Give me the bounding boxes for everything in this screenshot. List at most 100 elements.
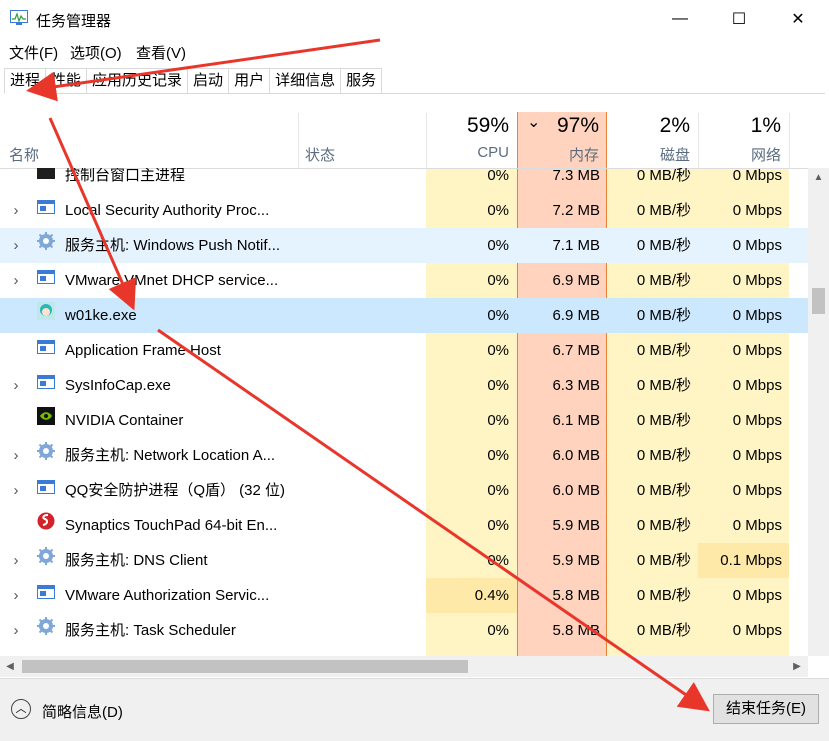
process-row[interactable]: › 服务主机: Windows Push Notif... 0% 7.1 MB 0 MB… xyxy=(0,228,809,263)
expand-chevron-icon[interactable]: › xyxy=(9,613,23,648)
menu-view[interactable]: 查看(V) xyxy=(136,42,186,63)
process-disk: 0 MB/秒 xyxy=(636,447,691,464)
process-name: Local Security Authority Proc... xyxy=(65,202,270,219)
gear-icon xyxy=(37,613,55,648)
process-name: 服务主机: DNS Client xyxy=(65,552,208,569)
process-row[interactable]: › SysInfoCap.exe 0% 6.3 MB 0 MB/秒 0 Mbps xyxy=(0,368,809,403)
tab-bar: 进程 性能 应用历史记录 启动 用户 详细信息 服务 xyxy=(4,68,825,94)
tab-users[interactable]: 用户 xyxy=(228,68,271,93)
tab-startup[interactable]: 启动 xyxy=(187,68,230,93)
expand-chevron-icon[interactable]: › xyxy=(9,473,23,508)
column-memory[interactable]: 内存 xyxy=(517,144,599,165)
task-manager-icon xyxy=(10,10,28,25)
fewer-details-link[interactable]: 简略信息(D) xyxy=(42,701,123,722)
collapse-chevron-up-icon[interactable]: ︿ xyxy=(11,699,31,719)
process-row[interactable]: › VMware VMnet DHCP service... 0% 6.9 MB 0 M… xyxy=(0,263,809,298)
minimize-button[interactable]: — xyxy=(657,0,703,38)
expand-chevron-icon[interactable]: › xyxy=(9,368,23,403)
end-task-button[interactable]: 结束任务(E) xyxy=(713,694,819,724)
expand-chevron-icon[interactable] xyxy=(9,508,23,543)
app-window-icon xyxy=(37,368,55,403)
process-network: 0 Mbps xyxy=(732,622,782,639)
process-row[interactable]: Synaptics TouchPad 64-bit En... 0% 5.9 MB 0… xyxy=(0,508,809,543)
process-cpu: 0% xyxy=(487,342,509,359)
process-row[interactable]: NVIDIA Container 0% 6.1 MB 0 MB/秒 0 Mbps xyxy=(0,403,809,438)
expand-chevron-icon[interactable]: › xyxy=(9,543,23,578)
process-row[interactable]: › Local Security Authority Proc... 0% 7.2 M… xyxy=(0,193,809,228)
process-cpu: 0% xyxy=(487,482,509,499)
process-name: Application Frame Host xyxy=(65,342,221,359)
process-cpu: 0% xyxy=(487,412,509,429)
close-button[interactable]: ✕ xyxy=(775,0,821,38)
process-cpu: 0% xyxy=(487,377,509,394)
process-network: 0 Mbps xyxy=(732,587,782,604)
process-cpu: 0% xyxy=(487,307,509,324)
network-total-percent[interactable]: 1% xyxy=(698,114,781,138)
process-cpu: 0.4% xyxy=(474,587,509,604)
process-memory: 7.1 MB xyxy=(552,237,600,254)
process-memory: 7.2 MB xyxy=(552,202,600,219)
column-network[interactable]: 网络 xyxy=(698,144,781,165)
scroll-up-icon[interactable]: ▲ xyxy=(808,168,829,188)
process-row[interactable]: › 服务主机: Task Scheduler 0% 5.8 MB 0 MB/秒 0 Mbp… xyxy=(0,613,809,648)
process-network: 0 Mbps xyxy=(732,307,782,324)
column-name[interactable]: 名称 xyxy=(9,144,39,165)
app-window-icon xyxy=(37,473,55,508)
expand-chevron-icon[interactable]: › xyxy=(9,578,23,613)
maximize-button[interactable]: ☐ xyxy=(716,0,762,38)
menu-file[interactable]: 文件(F) xyxy=(9,42,58,63)
process-disk: 0 MB/秒 xyxy=(636,412,691,429)
process-network: 0 Mbps xyxy=(732,342,782,359)
process-cpu: 0% xyxy=(487,237,509,254)
tab-details[interactable]: 详细信息 xyxy=(269,68,342,93)
expand-chevron-icon[interactable]: › xyxy=(9,438,23,473)
app-window-icon xyxy=(37,263,55,298)
cpu-total-percent[interactable]: 59% xyxy=(426,114,509,138)
scroll-left-icon[interactable]: ◀ xyxy=(3,656,17,677)
column-status[interactable]: 状态 xyxy=(305,144,335,165)
expand-chevron-icon[interactable]: › xyxy=(9,228,23,263)
scroll-right-icon[interactable]: ▶ xyxy=(790,656,804,677)
column-cpu[interactable]: CPU xyxy=(426,144,509,161)
expand-chevron-icon[interactable]: › xyxy=(9,193,23,228)
title-bar xyxy=(0,0,829,38)
process-row[interactable]: Application Frame Host 0% 6.7 MB 0 MB/秒 0 Mb… xyxy=(0,333,809,368)
footer-bar xyxy=(0,678,829,741)
vertical-scrollbar[interactable]: ▲ xyxy=(808,168,829,656)
process-row[interactable]: w01ke.exe 0% 6.9 MB 0 MB/秒 0 Mbps xyxy=(0,298,809,333)
horizontal-scrollbar[interactable]: ◀ ▶ xyxy=(0,656,808,677)
process-row[interactable]: › QQ安全防护进程（Q盾） (32 位) 0% 6.0 MB 0 MB/秒 0 Mbps xyxy=(0,473,809,508)
process-name: VMware VMnet DHCP service... xyxy=(65,272,279,289)
process-memory: 5.9 MB xyxy=(552,552,600,569)
process-disk: 0 MB/秒 xyxy=(636,482,691,499)
column-disk[interactable]: 磁盘 xyxy=(607,144,690,165)
process-row[interactable]: › VMware Authorization Servic... 0.4% 5.8 M… xyxy=(0,578,809,613)
expand-chevron-icon[interactable] xyxy=(9,298,23,333)
process-name: Synaptics TouchPad 64-bit En... xyxy=(65,517,278,534)
process-row[interactable]: › 服务主机: DNS Client 0% 5.9 MB 0 MB/秒 0.1 Mbps xyxy=(0,543,809,578)
gear-icon xyxy=(37,543,55,578)
memory-total-percent[interactable]: 97% xyxy=(517,114,599,138)
tab-app-history[interactable]: 应用历史记录 xyxy=(86,68,189,93)
menu-options[interactable]: 选项(O) xyxy=(70,42,122,63)
tab-performance[interactable]: 性能 xyxy=(45,68,88,93)
tab-services[interactable]: 服务 xyxy=(340,68,383,93)
minimize-icon: — xyxy=(672,10,688,27)
disk-total-percent[interactable]: 2% xyxy=(607,114,690,138)
gear-icon xyxy=(37,438,55,473)
process-row[interactable]: › 服务主机: Network Location A... 0% 6.0 MB 0 MB… xyxy=(0,438,809,473)
vertical-scroll-thumb[interactable] xyxy=(812,288,825,314)
process-disk: 0 MB/秒 xyxy=(636,377,691,394)
process-memory: 6.1 MB xyxy=(552,412,600,429)
process-network: 0 Mbps xyxy=(732,237,782,254)
process-cpu: 0% xyxy=(487,272,509,289)
process-name: SysInfoCap.exe xyxy=(65,377,171,394)
tab-processes[interactable]: 进程 xyxy=(4,68,47,94)
process-memory: 6.7 MB xyxy=(552,342,600,359)
nvidia-icon xyxy=(37,403,55,438)
process-memory: 6.0 MB xyxy=(552,482,600,499)
expand-chevron-icon[interactable] xyxy=(9,403,23,438)
expand-chevron-icon[interactable] xyxy=(9,333,23,368)
expand-chevron-icon[interactable]: › xyxy=(9,263,23,298)
horizontal-scroll-thumb[interactable] xyxy=(22,660,468,673)
